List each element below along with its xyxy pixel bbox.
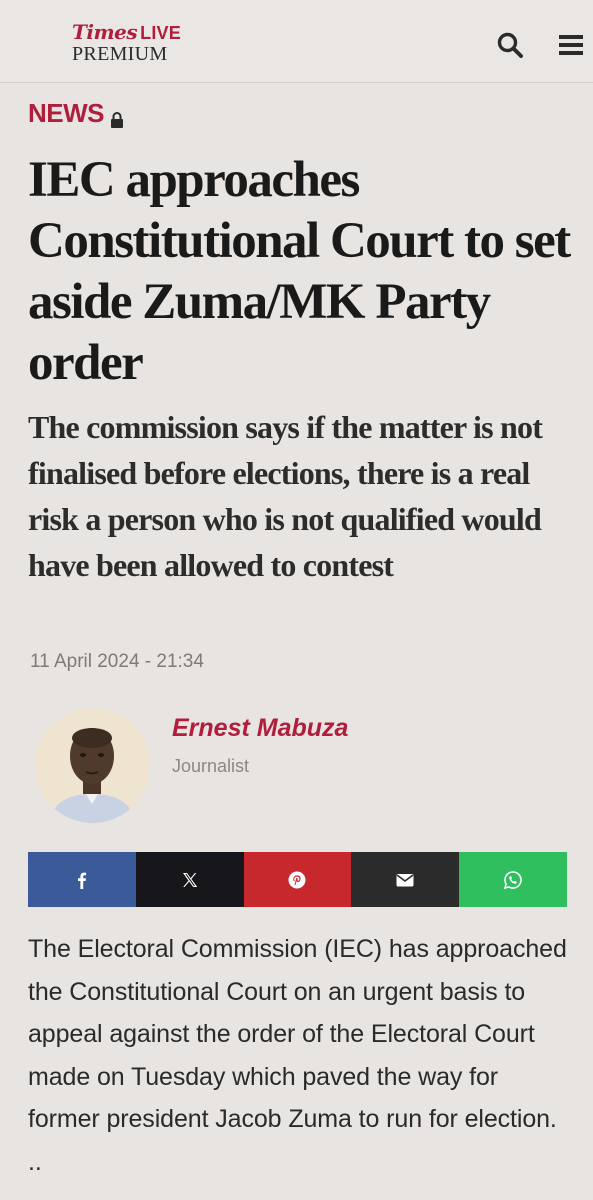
facebook-icon	[77, 872, 86, 889]
article-headline: IEC approaches Constitutional Court to s…	[28, 152, 571, 391]
timeslive-premium-logo[interactable]: Times LIVE PREMIUM	[72, 22, 181, 64]
hamburger-menu-icon[interactable]	[557, 31, 585, 59]
mail-icon	[396, 873, 414, 886]
lock-icon	[110, 105, 124, 128]
article-standfirst: The commission says if the matter is not…	[28, 409, 543, 583]
author-name[interactable]: Ernest Mabuza	[172, 714, 348, 743]
x-icon	[182, 872, 197, 887]
search-icon[interactable]	[496, 31, 524, 59]
pinterest-icon	[288, 871, 306, 888]
section-label[interactable]: NEWS	[28, 98, 124, 129]
share-x-button[interactable]	[135, 852, 244, 907]
site-header: Times LIVE PREMIUM	[0, 0, 593, 83]
logo-premium: PREMIUM	[72, 43, 168, 65]
article-body: The Electoral Commission (IEC) has appro…	[28, 935, 567, 1176]
share-email-button[interactable]	[351, 852, 460, 907]
logo-times: Times	[72, 20, 138, 44]
author-role: Journalist	[172, 756, 250, 776]
whatsapp-icon	[503, 870, 522, 889]
publish-date: 11 April 2024 - 21:34	[30, 651, 204, 672]
section-name: NEWS	[28, 98, 105, 128]
share-pinterest-button[interactable]	[243, 852, 352, 907]
share-whatsapp-button[interactable]	[459, 852, 567, 907]
logo-live: LIVE	[140, 23, 181, 43]
author-avatar[interactable]	[35, 708, 150, 823]
share-bar	[28, 852, 567, 907]
share-facebook-button[interactable]	[28, 852, 136, 907]
